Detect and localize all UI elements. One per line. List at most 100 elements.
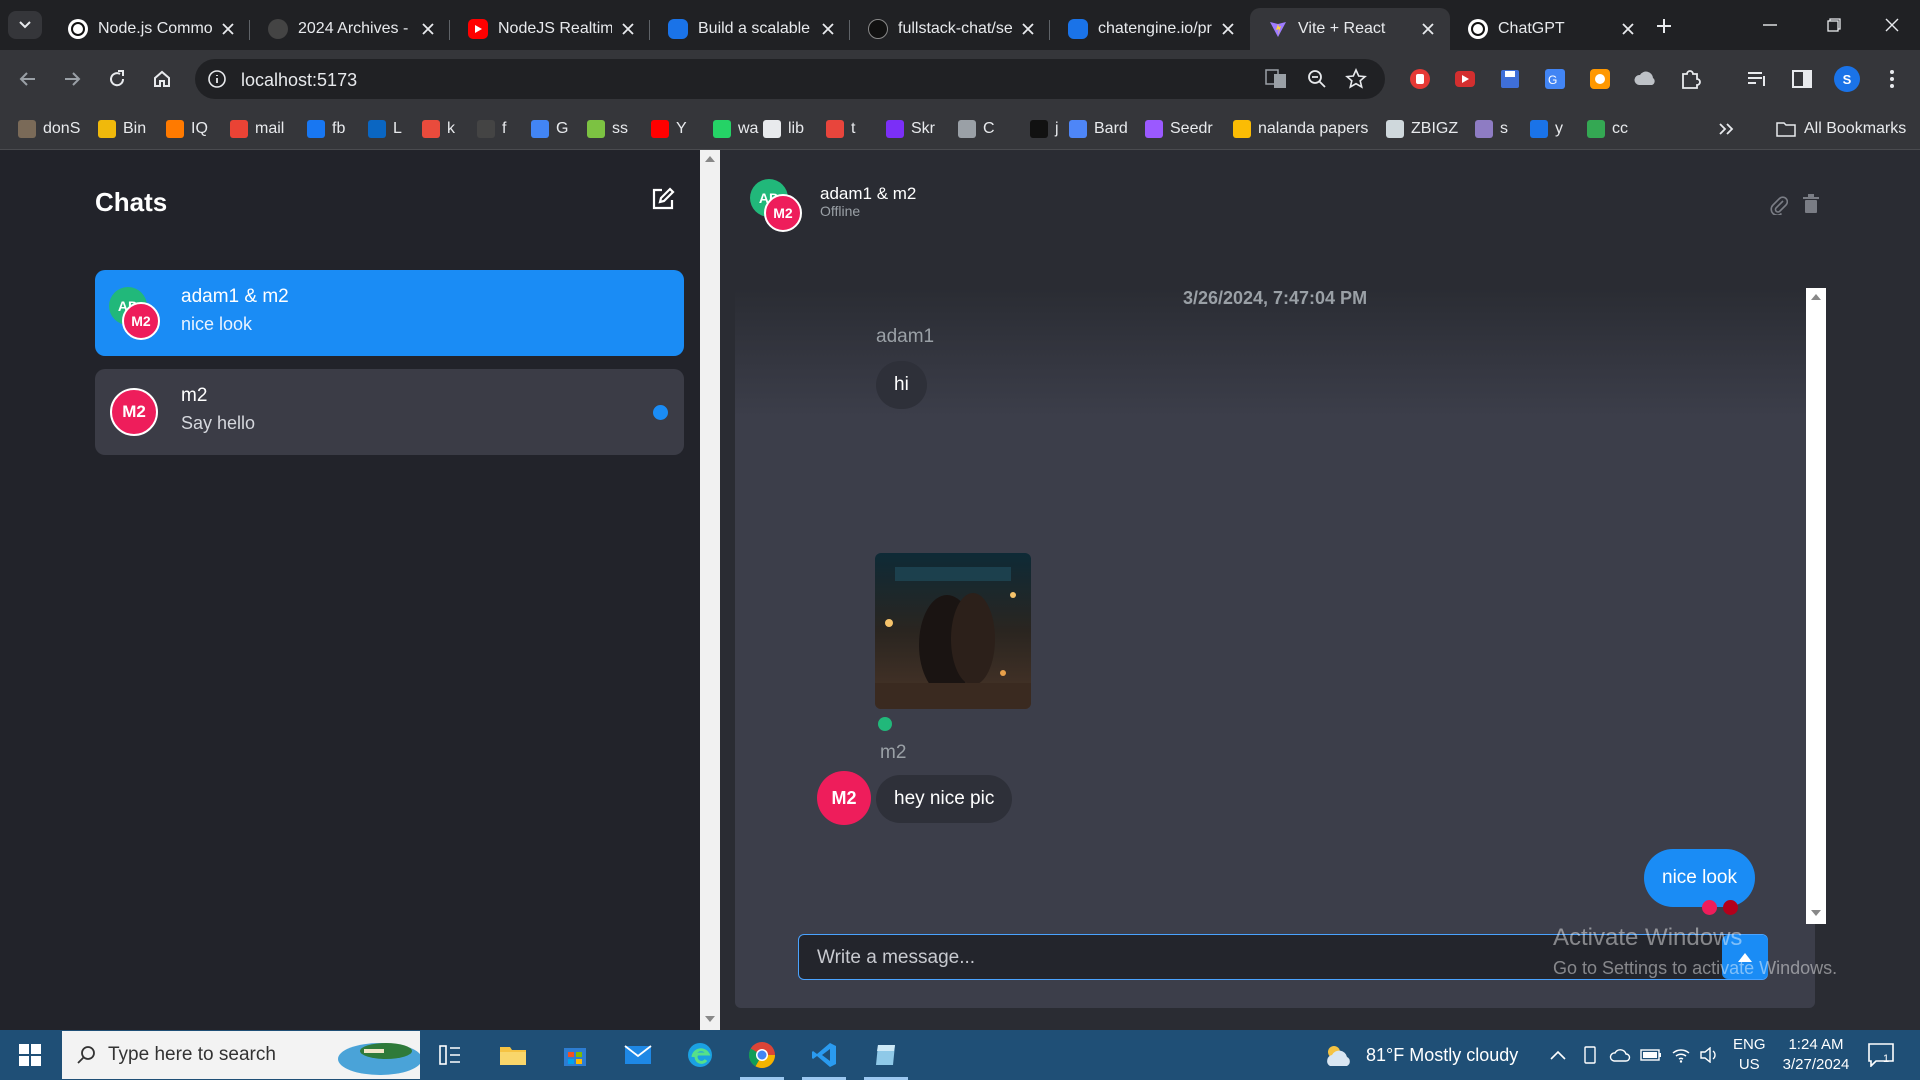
close-icon[interactable]	[418, 19, 438, 39]
scroll-down-arrow-icon[interactable]	[705, 1016, 715, 1022]
extension-orange-icon[interactable]	[1587, 66, 1613, 92]
bookmark-item[interactable]: Skr	[886, 118, 935, 140]
bookmark-item[interactable]: lib	[763, 118, 804, 140]
close-icon[interactable]	[1018, 19, 1038, 39]
media-control-icon[interactable]	[1744, 66, 1770, 92]
chat-list-item-active[interactable]: AD M2 adam1 & m2 nice look	[95, 270, 684, 356]
url-text[interactable]: localhost:5173	[241, 70, 357, 91]
minimize-button[interactable]	[1740, 0, 1800, 50]
battery-icon[interactable]	[1640, 1030, 1662, 1080]
scroll-up-arrow-icon[interactable]	[1811, 294, 1821, 300]
tab[interactable]: Node.js Common	[50, 8, 250, 50]
bookmark-item[interactable]: t	[826, 118, 855, 140]
bookmark-item[interactable]: j	[1030, 118, 1059, 140]
device-icon[interactable]	[1582, 1030, 1598, 1080]
bookmarks-overflow-button[interactable]	[1718, 118, 1734, 140]
extension-cloud-icon[interactable]	[1632, 66, 1658, 92]
tab[interactable]: fullstack-chat/ser	[850, 8, 1050, 50]
notes-app-button[interactable]	[858, 1030, 914, 1080]
extension-translate-icon[interactable]: G	[1542, 66, 1568, 92]
extension-stop-icon[interactable]	[1407, 66, 1433, 92]
file-explorer-button[interactable]	[485, 1030, 541, 1080]
extension-save-icon[interactable]	[1497, 66, 1523, 92]
close-icon[interactable]	[618, 19, 638, 39]
forward-button[interactable]	[56, 63, 88, 95]
bookmark-item[interactable]: cc	[1587, 118, 1628, 140]
tab[interactable]: 2024 Archives - S	[250, 8, 450, 50]
translate-icon[interactable]	[1265, 69, 1287, 89]
kebab-menu-icon[interactable]	[1879, 66, 1905, 92]
trash-icon[interactable]	[1803, 194, 1819, 214]
extensions-puzzle-icon[interactable]	[1677, 66, 1703, 92]
reload-button[interactable]	[101, 63, 133, 95]
home-button[interactable]	[146, 63, 178, 95]
new-tab-button[interactable]	[1652, 14, 1676, 38]
tab[interactable]: NodeJS Realtime	[450, 8, 650, 50]
tab[interactable]: Build a scalable c	[650, 8, 850, 50]
attach-icon[interactable]	[1770, 195, 1788, 215]
bookmark-item[interactable]: mail	[230, 118, 284, 140]
mail-button[interactable]	[610, 1030, 666, 1080]
bookmark-item[interactable]: nalanda papers	[1233, 118, 1368, 140]
clock[interactable]: 1:24 AM 3/27/2024	[1776, 1030, 1856, 1080]
taskbar-search[interactable]: Type here to search	[62, 1031, 420, 1079]
input-language[interactable]: ENG US	[1733, 1030, 1766, 1080]
bookmark-item[interactable]: donS	[18, 118, 80, 140]
scrollbar[interactable]	[700, 150, 720, 1030]
bookmark-item[interactable]: f	[477, 118, 506, 140]
close-window-button[interactable]	[1862, 0, 1920, 50]
bookmark-item[interactable]: Bin	[98, 118, 146, 140]
scroll-down-arrow-icon[interactable]	[1811, 910, 1821, 916]
extension-video-icon[interactable]	[1452, 66, 1478, 92]
close-icon[interactable]	[1618, 19, 1638, 39]
bookmark-item[interactable]: Bard	[1069, 118, 1128, 140]
close-icon[interactable]	[218, 19, 238, 39]
volume-icon[interactable]	[1699, 1030, 1719, 1080]
profile-avatar[interactable]: S	[1834, 66, 1860, 92]
bookmark-star-icon[interactable]	[1345, 68, 1367, 90]
address-bar[interactable]: localhost:5173	[195, 59, 1385, 99]
weather-widget[interactable]: 81°F Mostly cloudy	[1322, 1030, 1518, 1080]
bookmark-item[interactable]: Y	[651, 118, 687, 140]
tab[interactable]: chatengine.io/pr	[1050, 8, 1250, 50]
bookmark-item[interactable]: ss	[587, 118, 628, 140]
bookmark-item[interactable]: G	[531, 118, 568, 140]
restore-button[interactable]	[1804, 0, 1864, 50]
tab-active[interactable]: Vite + React	[1250, 8, 1450, 50]
site-info-icon[interactable]	[207, 69, 227, 89]
side-panel-icon[interactable]	[1789, 66, 1815, 92]
notifications-button[interactable]: 1	[1868, 1030, 1894, 1080]
task-view-button[interactable]	[422, 1030, 478, 1080]
onedrive-icon[interactable]	[1609, 1030, 1631, 1080]
chevron-up-icon[interactable]	[1550, 1030, 1566, 1080]
message-image[interactable]	[875, 553, 1031, 709]
vscode-button[interactable]	[796, 1030, 852, 1080]
chat-list-item[interactable]: M2 m2 Say hello	[95, 369, 684, 455]
new-chat-button[interactable]	[650, 186, 678, 214]
bookmark-item[interactable]: fb	[307, 118, 345, 140]
zoom-icon[interactable]	[1307, 69, 1327, 89]
close-icon[interactable]	[818, 19, 838, 39]
tab-search-button[interactable]	[8, 11, 42, 39]
scrollbar[interactable]	[1806, 288, 1826, 924]
edge-button[interactable]	[672, 1030, 728, 1080]
bookmark-item[interactable]: ZBIGZ	[1386, 118, 1458, 140]
bookmark-item[interactable]: s	[1475, 118, 1508, 140]
close-icon[interactable]	[1418, 19, 1438, 39]
store-button[interactable]	[547, 1030, 603, 1080]
tab[interactable]: ChatGPT	[1450, 8, 1650, 50]
bookmark-item[interactable]: C	[958, 118, 995, 140]
start-button[interactable]	[0, 1030, 60, 1080]
wifi-icon[interactable]	[1671, 1030, 1691, 1080]
bookmark-item[interactable]: Seedr	[1145, 118, 1213, 140]
bookmark-item[interactable]: L	[368, 118, 402, 140]
bookmark-item[interactable]: wa	[713, 118, 758, 140]
chrome-button[interactable]	[734, 1030, 790, 1080]
back-button[interactable]	[12, 63, 44, 95]
bookmark-item[interactable]: k	[422, 118, 455, 140]
bookmark-item[interactable]: y	[1530, 118, 1563, 140]
scroll-up-arrow-icon[interactable]	[705, 156, 715, 162]
bookmark-item[interactable]: IQ	[166, 118, 208, 140]
all-bookmarks-button[interactable]: All Bookmarks	[1776, 118, 1906, 140]
close-icon[interactable]	[1218, 19, 1238, 39]
